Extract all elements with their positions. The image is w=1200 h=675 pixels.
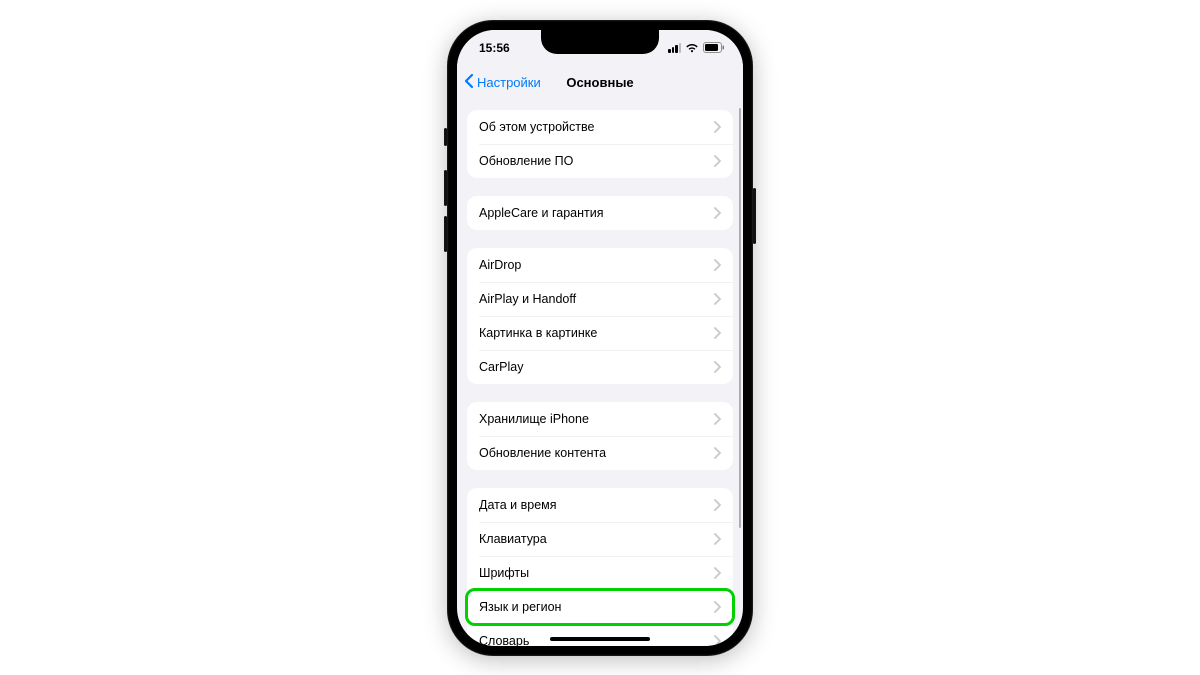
back-label: Настройки xyxy=(477,75,541,90)
settings-row[interactable]: Клавиатура xyxy=(467,522,733,556)
chevron-right-icon xyxy=(713,499,721,511)
settings-row[interactable]: Шрифты xyxy=(467,556,733,590)
row-label: Об этом устройстве xyxy=(479,120,594,134)
settings-row[interactable]: Картинка в картинке xyxy=(467,316,733,350)
chevron-right-icon xyxy=(713,361,721,373)
settings-row[interactable]: Дата и время xyxy=(467,488,733,522)
settings-row[interactable]: AppleCare и гарантия xyxy=(467,196,733,230)
settings-row[interactable]: Язык и регион xyxy=(467,590,733,624)
row-label: AirPlay и Handoff xyxy=(479,292,576,306)
battery-icon xyxy=(703,42,725,53)
page-title: Основные xyxy=(566,75,633,90)
settings-group: Об этом устройстве Обновление ПО xyxy=(467,110,733,178)
row-label: Картинка в картинке xyxy=(479,326,597,340)
row-label: Дата и время xyxy=(479,498,557,512)
chevron-right-icon xyxy=(713,533,721,545)
row-label: Клавиатура xyxy=(479,532,547,546)
status-time: 15:56 xyxy=(479,41,510,55)
scroll-indicator xyxy=(739,108,742,528)
settings-group: AirDrop AirPlay и Handoff Картинка в карти… xyxy=(467,248,733,384)
settings-group: Дата и время Клавиатура Шрифты Язык и регио… xyxy=(467,488,733,646)
wifi-icon xyxy=(685,43,699,53)
settings-row[interactable]: Хранилище iPhone xyxy=(467,402,733,436)
chevron-right-icon xyxy=(713,601,721,613)
settings-group: Хранилище iPhone Обновление контента xyxy=(467,402,733,470)
phone-frame: 15:56 Настройки Основные xyxy=(447,20,753,656)
mute-switch[interactable] xyxy=(444,128,447,146)
chevron-right-icon xyxy=(713,121,721,133)
row-label: AppleCare и гарантия xyxy=(479,206,604,220)
row-label: Язык и регион xyxy=(479,600,561,614)
chevron-right-icon xyxy=(713,635,721,646)
settings-row[interactable]: CarPlay xyxy=(467,350,733,384)
row-label: CarPlay xyxy=(479,360,523,374)
chevron-right-icon xyxy=(713,155,721,167)
settings-row[interactable]: Обновление ПО xyxy=(467,144,733,178)
status-icons xyxy=(668,42,725,53)
power-button[interactable] xyxy=(753,188,756,244)
cellular-signal-icon xyxy=(668,43,681,53)
home-indicator[interactable] xyxy=(550,637,650,641)
settings-row[interactable]: Словарь xyxy=(467,624,733,646)
back-button[interactable]: Настройки xyxy=(463,73,541,92)
settings-row[interactable]: AirPlay и Handoff xyxy=(467,282,733,316)
chevron-right-icon xyxy=(713,567,721,579)
settings-list[interactable]: Об этом устройстве Обновление ПО AppleCare… xyxy=(457,100,743,646)
notch xyxy=(541,30,659,54)
chevron-left-icon xyxy=(463,73,475,92)
chevron-right-icon xyxy=(713,259,721,271)
row-label: Обновление контента xyxy=(479,446,606,460)
chevron-right-icon xyxy=(713,327,721,339)
row-label: Шрифты xyxy=(479,566,529,580)
settings-row[interactable]: Обновление контента xyxy=(467,436,733,470)
chevron-right-icon xyxy=(713,413,721,425)
row-label: Хранилище iPhone xyxy=(479,412,589,426)
row-label: Словарь xyxy=(479,634,529,646)
volume-down-button[interactable] xyxy=(444,216,447,252)
chevron-right-icon xyxy=(713,207,721,219)
navigation-bar: Настройки Основные xyxy=(457,66,743,100)
chevron-right-icon xyxy=(713,293,721,305)
screen: 15:56 Настройки Основные xyxy=(457,30,743,646)
row-label: AirDrop xyxy=(479,258,521,272)
chevron-right-icon xyxy=(713,447,721,459)
settings-row[interactable]: Об этом устройстве xyxy=(467,110,733,144)
row-label: Обновление ПО xyxy=(479,154,573,168)
volume-up-button[interactable] xyxy=(444,170,447,206)
settings-group: AppleCare и гарантия xyxy=(467,196,733,230)
settings-row[interactable]: AirDrop xyxy=(467,248,733,282)
